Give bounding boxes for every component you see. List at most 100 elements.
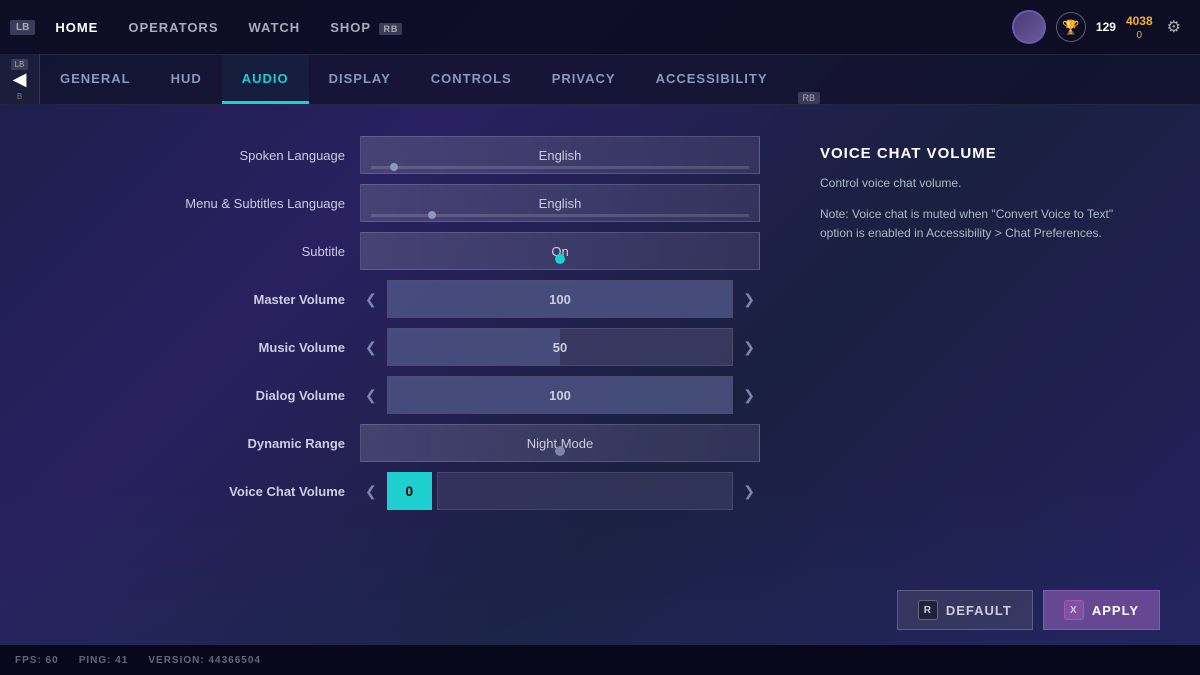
shop-badge: RB (379, 23, 402, 35)
music-volume-label: Music Volume (40, 340, 360, 355)
default-button[interactable]: R DEFAULT (897, 590, 1033, 630)
voice-chat-left-arrow[interactable]: ❮ (360, 481, 382, 502)
back-button[interactable]: LB ◀ B (0, 54, 40, 104)
currency-stat: 4038 0 (1126, 14, 1153, 41)
dialog-volume-track[interactable]: 100 (387, 376, 734, 414)
music-volume-right-arrow[interactable]: ❯ (738, 337, 760, 358)
dialog-volume-control[interactable]: ❮ 100 ❯ (360, 376, 760, 414)
master-volume-track[interactable]: 100 (387, 280, 734, 318)
voice-chat-slider-control: ❮ 0 ❯ (360, 472, 760, 510)
music-volume-row: Music Volume ❮ 50 ❯ (40, 327, 760, 367)
master-volume-right-arrow[interactable]: ❯ (738, 289, 760, 310)
master-volume-label: Master Volume (40, 292, 360, 307)
top-nav-bar: LB HOME OPERATORS WATCH SHOP RB 🏆 129 40… (0, 0, 1200, 55)
subtitle-toggle[interactable]: On (360, 232, 760, 270)
tab-general[interactable]: GENERAL (40, 55, 151, 104)
apply-button[interactable]: X APPLY (1043, 590, 1160, 630)
nav-item-home[interactable]: HOME (55, 20, 98, 35)
top-bar-right: 🏆 129 4038 0 ⚙ (1012, 10, 1185, 44)
settings-icon[interactable]: ⚙ (1163, 13, 1185, 41)
tab-controls[interactable]: CONTROLS (411, 55, 532, 104)
settings-form: Spoken Language English Menu & Subtitles… (40, 135, 760, 615)
rb-badge: RB (798, 92, 821, 104)
default-label: DEFAULT (946, 603, 1012, 618)
master-volume-row: Master Volume ❮ 100 ❯ (40, 279, 760, 319)
dynamic-range-dropdown[interactable]: Night Mode (360, 424, 760, 462)
nav-item-shop[interactable]: SHOP RB (330, 20, 402, 35)
avatar (1012, 10, 1046, 44)
master-volume-left-arrow[interactable]: ❮ (360, 289, 382, 310)
voice-chat-track[interactable] (437, 472, 734, 510)
dynamic-range-control[interactable]: Night Mode (360, 424, 760, 462)
voice-chat-label: Voice Chat Volume (40, 484, 360, 499)
tab-privacy[interactable]: PRIVACY (532, 55, 636, 104)
voice-chat-right-arrow[interactable]: ❯ (738, 481, 760, 502)
settings-tabs: GENERAL HUD AUDIO DISPLAY CONTROLS PRIVA… (40, 55, 820, 104)
info-panel: VOICE CHAT VOLUME Control voice chat vol… (760, 135, 1140, 615)
menu-language-label: Menu & Subtitles Language (40, 196, 360, 211)
dialog-volume-row: Dialog Volume ❮ 100 ❯ (40, 375, 760, 415)
action-buttons: R DEFAULT X APPLY (897, 590, 1160, 630)
voice-chat-value-box: 0 (387, 472, 432, 510)
menu-language-thumb (428, 211, 436, 219)
tab-hud[interactable]: HUD (151, 55, 222, 104)
music-volume-left-arrow[interactable]: ❮ (360, 337, 382, 358)
tab-display[interactable]: DISPLAY (309, 55, 411, 104)
spoken-language-dropdown[interactable]: English (360, 136, 760, 174)
master-volume-control[interactable]: ❮ 100 ❯ (360, 280, 760, 318)
lb-badge: LB (10, 20, 35, 35)
dialog-volume-right-arrow[interactable]: ❯ (738, 385, 760, 406)
subtitle-pip (555, 254, 565, 264)
info-description1: Control voice chat volume. (820, 174, 1140, 193)
nav-item-watch[interactable]: WATCH (249, 20, 301, 35)
menu-language-slider (371, 214, 749, 217)
default-key: R (918, 600, 938, 620)
music-volume-control[interactable]: ❮ 50 ❯ (360, 328, 760, 366)
subtitle-row: Subtitle On (40, 231, 760, 271)
spoken-language-thumb (390, 163, 398, 171)
bottom-bar: FPS: 60 PING: 41 VERSION: 44366504 (0, 645, 1200, 675)
dialog-volume-left-arrow[interactable]: ❮ (360, 385, 382, 406)
voice-chat-row: Voice Chat Volume ❮ 0 ❯ (40, 471, 760, 511)
dialog-volume-slider-control: ❮ 100 ❯ (360, 376, 760, 414)
dynamic-range-pip (555, 446, 565, 456)
top-nav-items: HOME OPERATORS WATCH SHOP RB (55, 20, 1012, 35)
tab-accessibility[interactable]: ACCESSIBILITY (636, 55, 788, 104)
nav-item-operators[interactable]: OPERATORS (128, 20, 218, 35)
spoken-language-label: Spoken Language (40, 148, 360, 163)
spoken-language-row: Spoken Language English (40, 135, 760, 175)
voice-chat-control[interactable]: ❮ 0 ❯ (360, 472, 760, 510)
level-value: 129 (1096, 20, 1116, 34)
back-lb-badge: LB (11, 59, 29, 70)
menu-language-dropdown[interactable]: English (360, 184, 760, 222)
menu-language-row: Menu & Subtitles Language English (40, 183, 760, 223)
spoken-language-slider (371, 166, 749, 169)
master-volume-slider-control: ❮ 100 ❯ (360, 280, 760, 318)
music-volume-track[interactable]: 50 (387, 328, 734, 366)
ping-stat: PING: 41 (79, 655, 129, 666)
music-volume-slider-control: ❮ 50 ❯ (360, 328, 760, 366)
fps-stat: FPS: 60 (15, 655, 59, 666)
apply-key: X (1064, 600, 1084, 620)
dialog-volume-label: Dialog Volume (40, 388, 360, 403)
currency-value: 4038 (1126, 14, 1153, 28)
back-b-label: B (17, 92, 22, 101)
subtitle-control[interactable]: On (360, 232, 760, 270)
dynamic-range-label: Dynamic Range (40, 436, 360, 451)
dynamic-range-row: Dynamic Range Night Mode (40, 423, 760, 463)
info-title: VOICE CHAT VOLUME (820, 145, 1140, 162)
trophy-icon: 🏆 (1056, 12, 1086, 42)
menu-language-control[interactable]: English (360, 184, 760, 222)
master-volume-value: 100 (549, 292, 571, 307)
info-description2: Note: Voice chat is muted when "Convert … (820, 205, 1140, 243)
dialog-volume-value: 100 (549, 388, 571, 403)
version-stat: VERSION: 44366504 (148, 655, 261, 666)
spoken-language-control[interactable]: English (360, 136, 760, 174)
tab-audio[interactable]: AUDIO (222, 55, 309, 104)
level-stat: 129 (1096, 20, 1116, 34)
settings-nav: LB ◀ B GENERAL HUD AUDIO DISPLAY CONTROL… (0, 55, 1200, 105)
main-content: Spoken Language English Menu & Subtitles… (0, 105, 1200, 645)
music-volume-value: 50 (553, 340, 567, 355)
subtitle-label: Subtitle (40, 244, 360, 259)
apply-label: APPLY (1092, 603, 1139, 618)
